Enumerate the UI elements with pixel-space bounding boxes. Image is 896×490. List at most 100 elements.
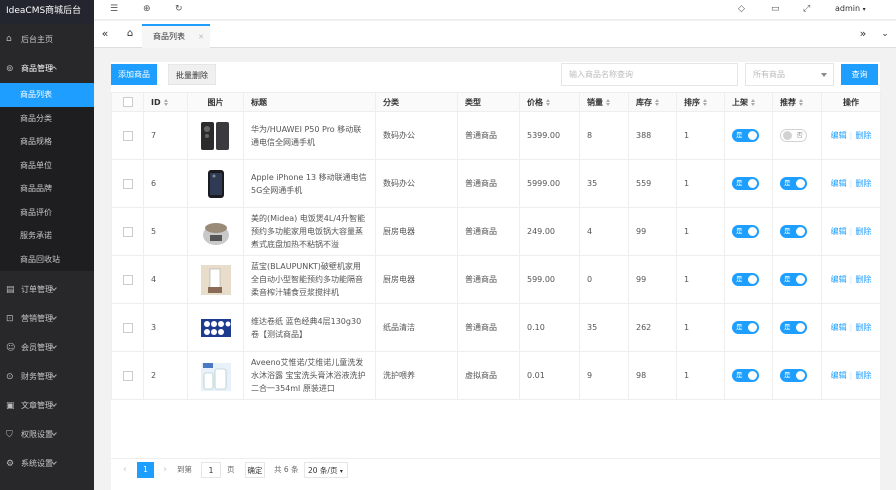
toggle-switch[interactable]: 是: [732, 369, 759, 382]
goods-table: ID 图片 标题 分类 类型 价格 销量 库存 排序 上架 推荐 操作 7 华为/…: [111, 92, 881, 400]
sidebar-subitem-goods-spec[interactable]: 商品规格: [0, 130, 94, 154]
switch-label: 是: [736, 275, 743, 283]
globe-icon[interactable]: ⊕: [143, 4, 151, 14]
sidebar-subitem-goods-review[interactable]: 商品评价: [0, 201, 94, 225]
row-checkbox[interactable]: [122, 370, 133, 381]
sort-icon[interactable]: [751, 98, 755, 106]
tabs-scroll-right-icon[interactable]: »: [852, 21, 874, 48]
toggle-switch[interactable]: 是: [780, 177, 807, 190]
edit-link[interactable]: 编辑: [831, 179, 847, 188]
menu-toggle-icon[interactable]: ☰: [110, 4, 118, 14]
refresh-icon[interactable]: ↻: [175, 4, 183, 14]
delete-link[interactable]: 删除: [855, 227, 871, 236]
toggle-switch[interactable]: 是: [732, 129, 759, 142]
sidebar-item-finance[interactable]: ⊙ 财务管理: [0, 362, 94, 391]
product-image: [207, 169, 224, 198]
delete-link[interactable]: 删除: [855, 179, 871, 188]
fullscreen-icon[interactable]: ⤢: [803, 4, 810, 14]
row-checkbox[interactable]: [122, 226, 133, 237]
sidebar-item-articles[interactable]: ▣ 文章管理: [0, 391, 94, 420]
edit-link[interactable]: 编辑: [831, 275, 847, 284]
batch-delete-button[interactable]: 批量删除: [168, 64, 216, 85]
sidebar-item-permissions[interactable]: ⛉ 权限设置: [0, 420, 94, 449]
sort-icon[interactable]: [163, 98, 168, 106]
th-stock[interactable]: 库存: [628, 92, 677, 112]
delete-link[interactable]: 删除: [855, 323, 871, 332]
switch-knob: [796, 323, 805, 332]
edit-link[interactable]: 编辑: [831, 227, 847, 236]
sidebar-subitem-goods-category[interactable]: 商品分类: [0, 107, 94, 131]
th-price[interactable]: 价格: [519, 92, 580, 112]
row-checkbox[interactable]: [122, 274, 133, 285]
cell-image: [187, 303, 244, 352]
sidebar-item-goods[interactable]: ⊚ 商品管理: [0, 54, 94, 83]
sort-icon[interactable]: [799, 98, 803, 106]
toggle-switch[interactable]: 是: [732, 321, 759, 334]
tabs-scroll-left-icon[interactable]: «: [94, 21, 116, 48]
goto-page-input[interactable]: 1: [201, 462, 221, 478]
delete-link[interactable]: 删除: [855, 371, 871, 380]
sidebar-item-orders[interactable]: ▤ 订单管理: [0, 275, 94, 304]
th-sales[interactable]: 销量: [579, 92, 629, 112]
row-checkbox-cell: [111, 111, 144, 160]
toggle-switch[interactable]: 是: [732, 225, 759, 238]
sidebar-item-home[interactable]: ⌂ 后台主页: [0, 24, 94, 54]
cell-on-shelf: 是: [724, 255, 773, 304]
sidebar-subitem-goods-brand[interactable]: 商品品牌: [0, 177, 94, 201]
toggle-switch[interactable]: 否: [780, 129, 807, 142]
switch-knob: [796, 227, 805, 236]
toggle-switch[interactable]: 是: [780, 225, 807, 238]
edit-link[interactable]: 编辑: [831, 371, 847, 380]
next-page-button[interactable]: ›: [163, 462, 167, 478]
row-checkbox[interactable]: [122, 178, 133, 189]
tag-icon[interactable]: ◇: [738, 4, 745, 14]
toggle-switch[interactable]: 是: [780, 273, 807, 286]
page-number-button[interactable]: 1: [137, 462, 154, 478]
edit-link[interactable]: 编辑: [831, 323, 847, 332]
delete-link[interactable]: 删除: [855, 131, 871, 140]
goto-confirm-button[interactable]: 确定: [245, 462, 265, 478]
user-menu[interactable]: admin ▾: [835, 4, 866, 13]
th-on-shelf[interactable]: 上架: [724, 92, 773, 112]
caret-down-icon: [821, 73, 827, 77]
edit-link[interactable]: 编辑: [831, 131, 847, 140]
home-tab-icon[interactable]: ⌂: [119, 21, 141, 48]
message-icon[interactable]: ▭: [771, 4, 780, 14]
th-id[interactable]: ID: [143, 92, 188, 112]
prev-page-button[interactable]: ‹: [123, 462, 127, 478]
product-title: 美的(Midea) 电饭煲4L/4升智能预约多功能家用电饭锅大容量蒸煮式底盘加热…: [251, 214, 366, 249]
cell-category: 数码办公: [375, 159, 458, 208]
row-checkbox[interactable]: [122, 130, 133, 141]
sidebar-subitem-service-promise[interactable]: 服务承诺: [0, 224, 94, 248]
th-sort[interactable]: 排序: [676, 92, 725, 112]
sidebar-item-system[interactable]: ⚙ 系统设置: [0, 449, 94, 478]
sort-icon[interactable]: [655, 98, 659, 106]
close-icon[interactable]: ✕: [198, 26, 204, 48]
sidebar-subitem-goods-unit[interactable]: 商品单位: [0, 154, 94, 178]
search-input[interactable]: 输入商品名称查询: [561, 63, 738, 86]
th-recommend[interactable]: 推荐: [772, 92, 822, 112]
select-all-checkbox[interactable]: [122, 97, 133, 107]
add-goods-button[interactable]: 添加商品: [111, 64, 157, 85]
tab-goods-list[interactable]: 商品列表 ✕: [142, 24, 210, 48]
search-button[interactable]: 查询: [841, 64, 878, 85]
sidebar-subitem-goods-list[interactable]: 商品列表: [0, 83, 94, 107]
sidebar-item-marketing[interactable]: ⊡ 营销管理: [0, 304, 94, 333]
chevron-down-icon[interactable]: ⌄: [874, 21, 896, 48]
cell-recommend: 否: [772, 111, 822, 160]
th-actions: 操作: [821, 92, 881, 112]
toggle-switch[interactable]: 是: [732, 273, 759, 286]
toggle-switch[interactable]: 是: [780, 369, 807, 382]
sort-icon[interactable]: [703, 98, 707, 106]
sort-icon[interactable]: [546, 98, 550, 106]
row-checkbox[interactable]: [122, 322, 133, 333]
delete-link[interactable]: 删除: [855, 275, 871, 284]
toggle-switch[interactable]: 是: [732, 177, 759, 190]
goods-filter-select[interactable]: 所有商品: [745, 63, 834, 86]
cell-title: Apple iPhone 13 移动联通电信5G全网通手机: [243, 159, 376, 208]
page-size-select[interactable]: 20 条/页 ▾: [304, 462, 348, 478]
sidebar-subitem-recycle-bin[interactable]: 商品回收站: [0, 248, 94, 272]
sort-icon[interactable]: [606, 98, 610, 106]
sidebar-item-members[interactable]: ☺ 会员管理: [0, 333, 94, 362]
toggle-switch[interactable]: 是: [780, 321, 807, 334]
